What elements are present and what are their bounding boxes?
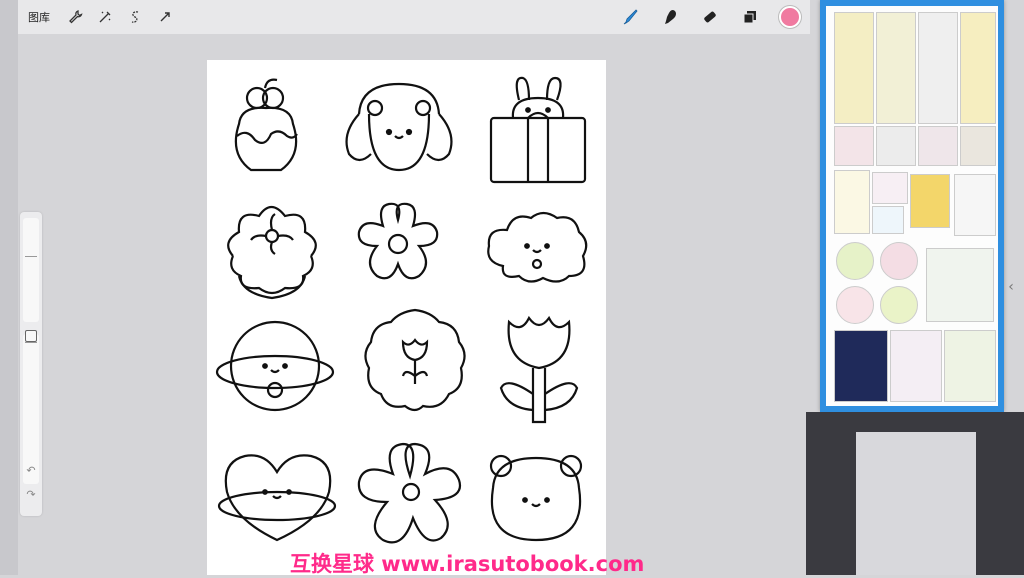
- frame-thumb: [872, 206, 904, 234]
- watermark-text: 互换星球 www.irasutobook.com: [290, 552, 645, 576]
- frame-thumb: [834, 170, 870, 234]
- stacked-cookie-flower-doodle: [219, 194, 325, 302]
- big-flower-doodle: [353, 440, 467, 556]
- wreath-thumb: [836, 286, 874, 324]
- webcam-paper: [856, 432, 976, 575]
- gallery-button[interactable]: 图库: [18, 0, 60, 34]
- simple-flower-doodle: [353, 200, 443, 290]
- adjustments-icon[interactable]: [90, 0, 120, 34]
- sticker-sheet-thumb: [918, 12, 958, 124]
- modify-button[interactable]: [25, 330, 37, 342]
- eraser-icon[interactable]: [690, 8, 730, 26]
- illustration-thumb: [834, 330, 888, 402]
- reference-panel[interactable]: [820, 0, 1004, 412]
- pattern-thumb: [876, 126, 916, 166]
- wreath-thumb: [880, 242, 918, 280]
- drawing-canvas[interactable]: [207, 60, 606, 575]
- bouquet-thumb: [926, 248, 994, 322]
- illustration-thumb: [890, 330, 942, 402]
- wreath-thumb: [836, 242, 874, 280]
- illustration-thumb: [944, 330, 996, 402]
- layers-icon[interactable]: [730, 8, 770, 26]
- reference-image: [826, 6, 998, 406]
- tulip-stem-doodle: [497, 312, 581, 426]
- brush-size-slider[interactable]: [23, 218, 39, 322]
- sticker-sheet-thumb: [960, 12, 996, 124]
- brush-icon[interactable]: [610, 8, 650, 26]
- selection-icon[interactable]: [120, 0, 150, 34]
- transform-icon[interactable]: [150, 0, 180, 34]
- brush-opacity-slider[interactable]: [23, 334, 39, 484]
- redo-icon[interactable]: ↷: [24, 488, 38, 502]
- cherry-pudding-doodle: [221, 74, 311, 174]
- sticker-sheet-thumb: [876, 12, 916, 124]
- color-picker[interactable]: [770, 6, 810, 28]
- heart-face-doodle: [217, 448, 339, 552]
- current-color-swatch[interactable]: [779, 6, 801, 28]
- top-toolbar: 图库: [18, 0, 810, 34]
- screen-edge: [0, 0, 18, 575]
- pattern-thumb: [834, 126, 874, 166]
- bear-face-doodle: [483, 448, 589, 544]
- frame-thumb: [910, 174, 950, 228]
- pattern-thumb: [918, 126, 958, 166]
- planet-face-doodle: [215, 314, 335, 416]
- flower-hat-girl-doodle: [339, 74, 459, 174]
- sticker-sheet-thumb: [834, 12, 874, 124]
- frame-thumb: [954, 174, 996, 236]
- actions-icon[interactable]: [60, 0, 90, 34]
- sidebar: ↶ ↷: [20, 212, 42, 516]
- wreath-thumb: [880, 286, 918, 324]
- undo-icon[interactable]: ↶: [24, 464, 38, 478]
- webcam-overlay: [806, 412, 1024, 575]
- chevron-left-icon[interactable]: ‹: [1004, 272, 1018, 302]
- frame-thumb: [872, 172, 908, 204]
- cloud-face-doodle: [483, 206, 593, 286]
- smudge-icon[interactable]: [650, 8, 690, 26]
- bunny-gift-box-doodle: [483, 74, 593, 186]
- pattern-thumb: [960, 126, 996, 166]
- tulip-badge-doodle: [361, 306, 469, 416]
